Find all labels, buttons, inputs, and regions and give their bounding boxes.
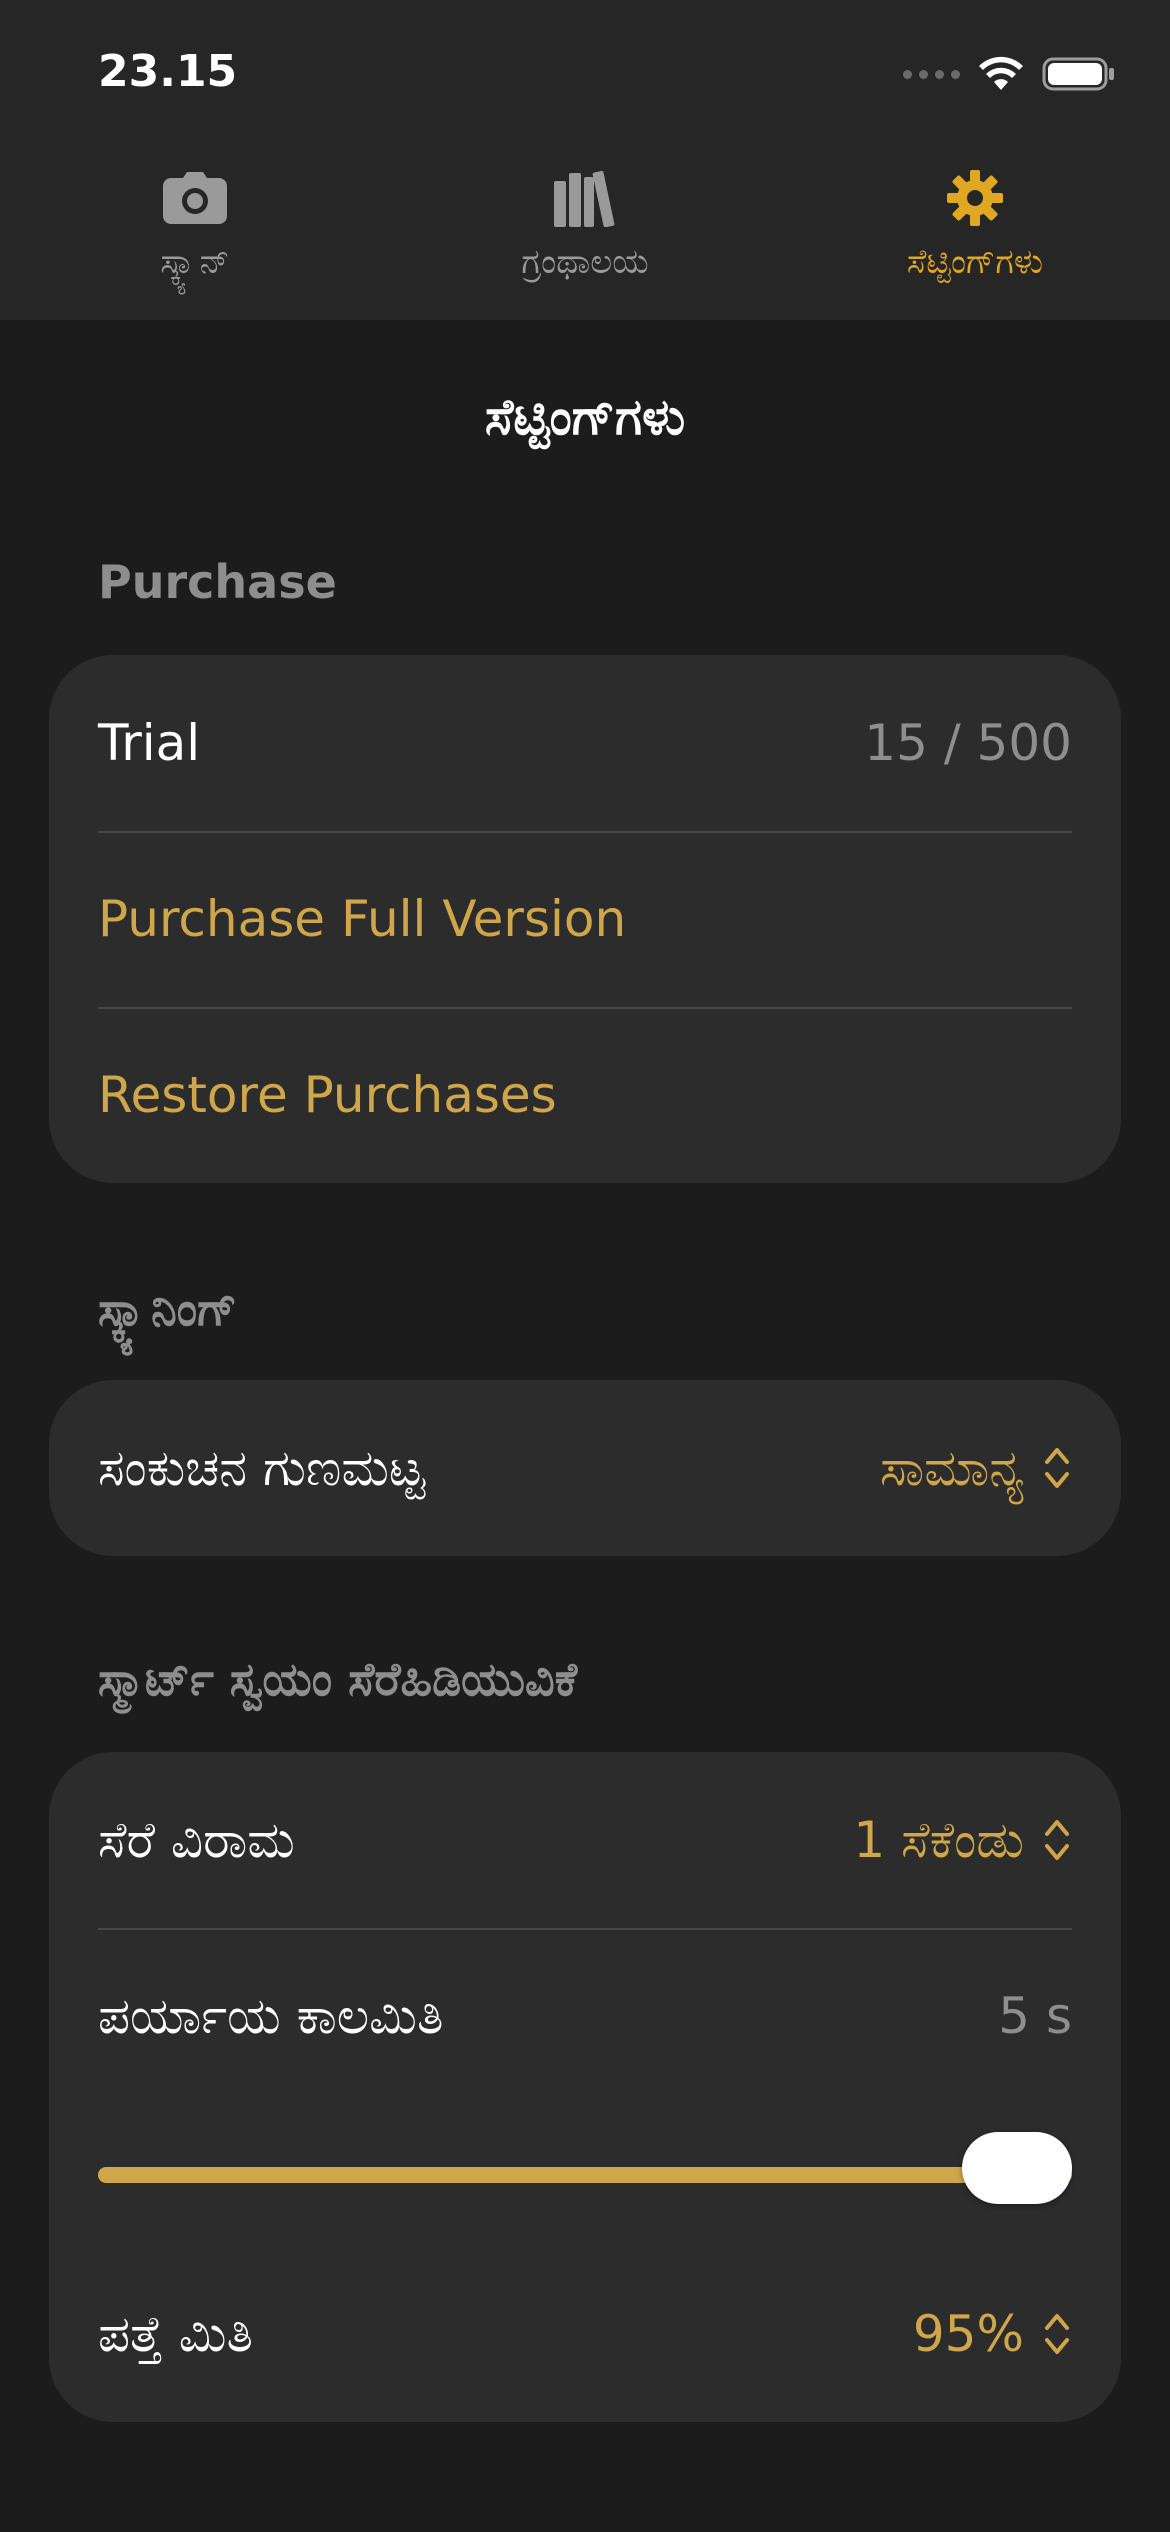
capture-pause-label: ಸೆರೆ ವಿರಾಮ: [98, 1810, 295, 1869]
trial-value: 15 / 500: [864, 714, 1072, 772]
page-title: ಸೆಟ್ಟಿಂಗ್‌ಗಳು: [484, 388, 686, 446]
detection-threshold-picker[interactable]: 95%: [913, 2305, 1072, 2363]
restore-purchases-label: Restore Purchases: [98, 1066, 557, 1124]
capture-pause-value: 1 ಸೆಕೆಂಡು: [853, 1810, 1024, 1869]
compression-quality-value: ಸಾಮಾನ್ಯ: [879, 1438, 1024, 1497]
purchase-full-version-label: Purchase Full Version: [98, 890, 627, 948]
trial-row: Trial 15 / 500: [49, 655, 1121, 831]
tab-library[interactable]: ಗ್ರಂಥಾಲಯ: [390, 160, 780, 310]
tab-bar: ಸ್ಕ್ಯಾನ್ ಗ್ರಂಥಾಲಯ: [0, 160, 1170, 310]
timeout-slider[interactable]: [49, 2104, 1121, 2246]
books-icon: [554, 160, 616, 236]
capture-pause-row[interactable]: ಸೆರೆ ವಿರಾಮ 1 ಸೆಕೆಂಡು: [49, 1752, 1121, 1928]
tab-settings-label: ಸೆಟ್ಟಿಂಗ್‌ಗಳು: [906, 242, 1044, 282]
restore-purchases-button[interactable]: Restore Purchases: [49, 1007, 1121, 1183]
battery-icon: [1042, 57, 1114, 91]
top-bar: 23.15 ಸ್ಕ್ಯಾನ್: [0, 0, 1170, 320]
compression-quality-label: ಸಂಕುಚನ ಗುಣಮಟ್ಟ: [98, 1438, 426, 1497]
detection-threshold-label: ಪತ್ತೆ ಮಿತಿ: [98, 2304, 253, 2363]
timeout-value: 5 s: [998, 1987, 1072, 2045]
timeout-slider-fill: [98, 2167, 1072, 2183]
status-icons: [903, 52, 1116, 96]
compression-quality-row[interactable]: ಸಂಕುಚನ ಗುಣಮಟ್ಟ ಸಾಮಾನ್ಯ: [49, 1380, 1121, 1556]
camera-icon: [163, 160, 227, 236]
section-header-scanning: ಸ್ಕ್ಯಾನಿಂಗ್: [98, 1282, 237, 1336]
detection-threshold-row[interactable]: ಪತ್ತೆ ಮಿತಿ 95%: [49, 2246, 1121, 2422]
detection-threshold-value: 95%: [912, 2305, 1024, 2363]
trial-label: Trial: [98, 714, 201, 772]
tab-library-label: ಗ್ರಂಥಾಲಯ: [521, 242, 649, 282]
wifi-icon: [979, 56, 1023, 90]
scanning-card: ಸಂಕುಚನ ಗುಣಮಟ್ಟ ಸಾಮಾನ್ಯ: [49, 1380, 1121, 1556]
gear-icon: [947, 160, 1003, 236]
tab-scan-label: ಸ್ಕ್ಯಾನ್: [160, 242, 230, 282]
smart-capture-card: ಸೆರೆ ವಿರಾಮ 1 ಸೆಕೆಂಡು ಪರ್ಯಾಯ ಕಾಲಮಿತಿ 5 s …: [49, 1752, 1121, 2422]
capture-pause-picker[interactable]: 1 ಸೆಕೆಂಡು: [853, 1811, 1072, 1870]
timeout-slider-thumb[interactable]: [962, 2132, 1072, 2204]
section-header-smart-capture: ಸ್ಮಾರ್ಟ್ ಸ್ವಯಂ ಸೆರೆಹಿಡಿಯುವಿಕೆ: [98, 1652, 578, 1706]
compression-quality-picker[interactable]: ಸಾಮಾನ್ಯ: [880, 1439, 1072, 1498]
status-time: 23.15: [98, 46, 238, 97]
tab-settings[interactable]: ಸೆಟ್ಟಿಂಗ್‌ಗಳು: [780, 160, 1170, 310]
chevron-up-down-icon: [1042, 1443, 1072, 1493]
purchase-full-version-button[interactable]: Purchase Full Version: [49, 831, 1121, 1007]
timeout-row: ಪರ್ಯಾಯ ಕಾಲಮಿತಿ 5 s: [49, 1928, 1121, 2104]
cellular-signal-icon: [903, 69, 960, 79]
timeout-label: ಪರ್ಯಾಯ ಕಾಲಮಿತಿ: [98, 1986, 444, 2045]
tab-scan[interactable]: ಸ್ಕ್ಯಾನ್: [0, 160, 390, 310]
chevron-up-down-icon: [1042, 2309, 1072, 2359]
chevron-up-down-icon: [1042, 1815, 1072, 1865]
section-header-purchase: Purchase: [98, 555, 337, 609]
purchase-card: Trial 15 / 500 Purchase Full Version Res…: [49, 655, 1121, 1183]
timeout-slider-track[interactable]: [98, 2132, 1072, 2204]
